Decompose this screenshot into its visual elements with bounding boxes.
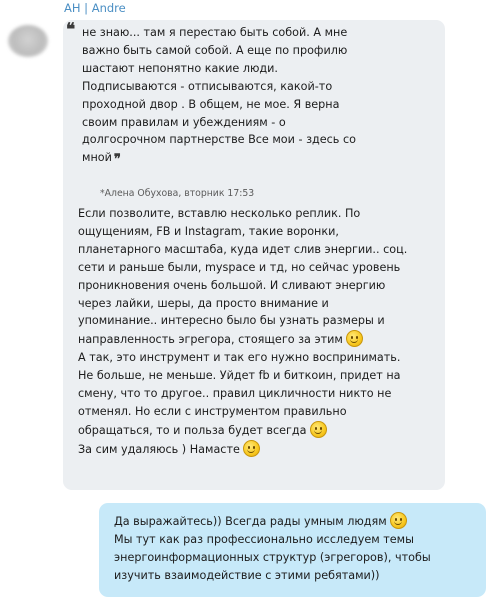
quote-attribution: *Алена Обухова, вторник 17:53 — [100, 188, 255, 199]
message-line: направленность эгрегора, стоящего за эти… — [78, 330, 436, 349]
message-line: сети и раньше были, myspace и тд, но сей… — [78, 260, 401, 274]
outgoing-message-text: Да выражайтесь)) Всегда рады умным людям… — [114, 512, 474, 585]
message-line-text: обращаться, то и польза будет всегда — [78, 423, 307, 437]
halo-smile-emoji-icon — [242, 439, 260, 457]
message-line: через лайки, шеры, да просто внимание и — [78, 296, 329, 310]
message-line: За сим удаляюсь ) Намасте — [78, 439, 436, 459]
quote-line: долгосрочном партнерстве Все мои - здесь… — [82, 133, 356, 147]
quote-line: своим правилам и убеждениям - о — [82, 115, 286, 129]
quote-line-text: мной — [82, 151, 112, 165]
message-line: ощущениям, FB и Instagram, такие воронки… — [78, 224, 339, 238]
message-line: обращаться, то и польза будет всегда — [78, 420, 436, 440]
message-line: Мы тут как раз профессионально исследуем… — [114, 532, 414, 546]
message-line: энергоинформационных структур (эгрегоров… — [114, 550, 431, 564]
message-line: А так, это инструмент и так его нужно во… — [78, 351, 401, 365]
message-line: упоминание.. интересно было бы узнать ра… — [78, 314, 385, 328]
quote-open-icon: ❝ — [66, 20, 76, 40]
message-line: изучить взаимодействие с этими ребятами)… — [114, 568, 380, 582]
quote-close-icon: ❞ — [113, 152, 121, 168]
incoming-message-text: Если позволите, вставлю несколько реплик… — [78, 205, 436, 459]
smile-emoji-icon — [309, 420, 327, 438]
message-line-text: направленность эгрегора, стоящего за эти… — [78, 333, 343, 347]
message-line-text: За сим удаляюсь ) Намасте — [78, 442, 240, 456]
message-line: проникновения очень большой. И сливают э… — [78, 278, 386, 292]
quote-line: не знаю... там я перестаю быть собой. А … — [82, 26, 348, 39]
smile-emoji-icon — [345, 330, 363, 348]
message-line: Если позволите, вставлю несколько реплик… — [78, 207, 361, 220]
sender-avatar[interactable] — [8, 25, 48, 57]
sender-name[interactable]: AH | Andre — [64, 1, 126, 15]
message-line: Не больше, не меньше. Уйдет fb и биткоин… — [78, 369, 401, 383]
message-line: планетарного масштаба, куда идет слив эн… — [78, 242, 408, 256]
quote-line: проходной двор . В общем, не мое. Я верн… — [82, 97, 340, 111]
incoming-message-bubble: ❝ не знаю... там я перестаю быть собой. … — [63, 20, 445, 490]
quote-line: важно быть самой собой. А еще по профилю — [82, 43, 348, 57]
quote-line: шастают непонятно какие люди. — [82, 61, 278, 75]
quote-line: Подписываются - отписываются, какой-то — [82, 79, 333, 93]
quote-line-last: мной ❞ — [82, 149, 422, 169]
quoted-message: ❝ не знаю... там я перестаю быть собой. … — [66, 21, 422, 169]
message-line: Да выражайтесь)) Всегда рады умным людям — [114, 512, 474, 531]
message-line: отменял. Но если с инструментом правильн… — [78, 404, 347, 418]
message-line: смену, что то другое.. правил цикличност… — [78, 387, 392, 401]
grin-emoji-icon — [389, 512, 407, 529]
outgoing-message-bubble: Да выражайтесь)) Всегда рады умным людям… — [99, 503, 486, 597]
message-line-text: Да выражайтесь)) Всегда рады умным людям — [114, 515, 387, 528]
